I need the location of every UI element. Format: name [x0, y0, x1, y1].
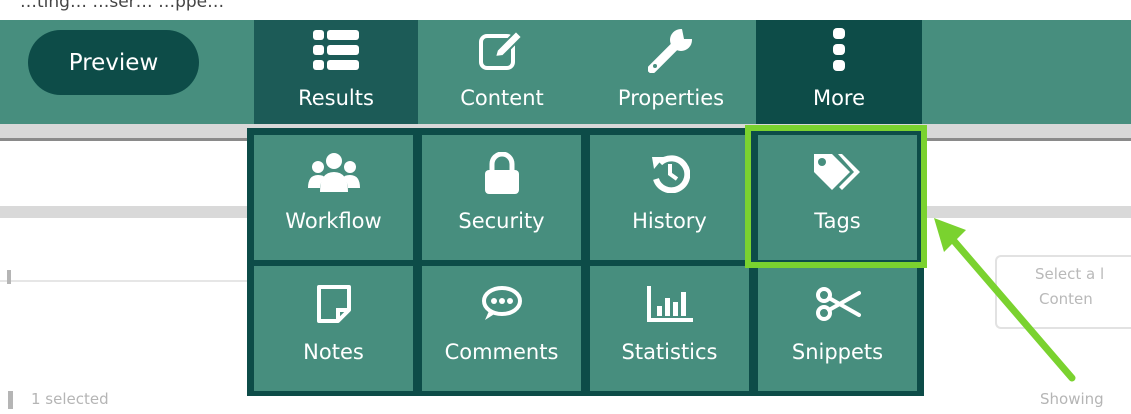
pointer-arrow-icon	[934, 218, 1076, 382]
